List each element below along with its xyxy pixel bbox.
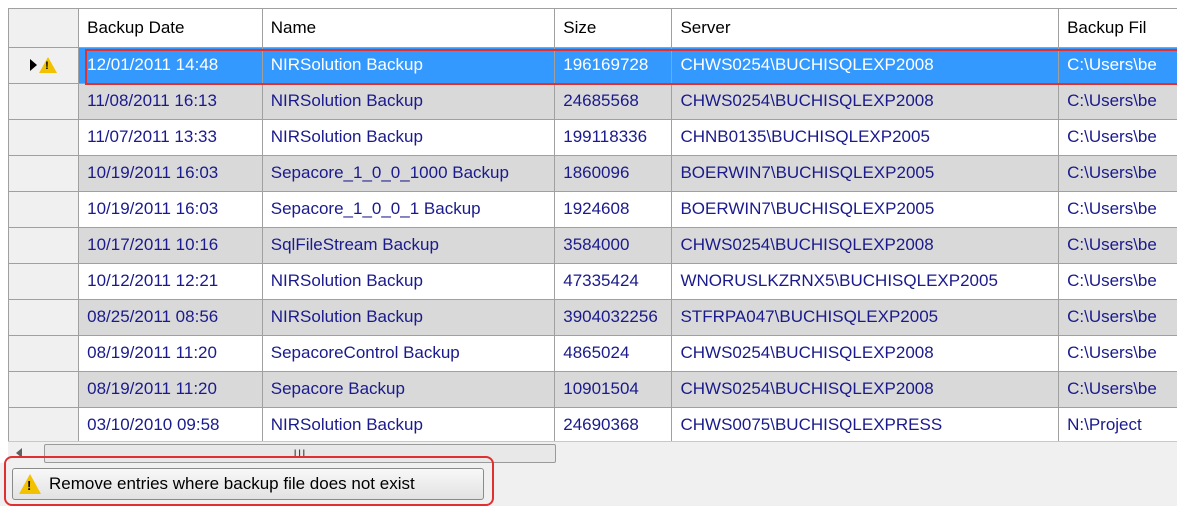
- cell-size[interactable]: 10901504: [554, 371, 673, 408]
- cell-name[interactable]: NIRSolution Backup: [262, 263, 556, 300]
- cell-server[interactable]: CHNB0135\BUCHISQLEXP2005: [671, 119, 1060, 156]
- table-row[interactable]: 11/08/2011 16:13 NIRSolution Backup 246855…: [9, 83, 1177, 120]
- table-row[interactable]: 10/19/2011 16:03 Sepacore_1_0_0_1 Backup 1…: [9, 191, 1177, 228]
- cell-name[interactable]: NIRSolution Backup: [262, 407, 556, 444]
- cell-backup-file[interactable]: C:\Users\be: [1058, 335, 1177, 372]
- cell-server[interactable]: BOERWIN7\BUCHISQLEXP2005: [671, 155, 1060, 192]
- cell-size[interactable]: 196169728: [554, 47, 673, 84]
- table-row[interactable]: 10/12/2011 12:21 NIRSolution Backup 473354…: [9, 263, 1177, 300]
- column-header-server[interactable]: Server: [671, 9, 1060, 48]
- cell-backup-date[interactable]: 10/17/2011 10:16: [78, 227, 263, 264]
- cell-server[interactable]: WNORUSLKZRNX5\BUCHISQLEXP2005: [671, 263, 1060, 300]
- cell-server[interactable]: STFRPA047\BUCHISQLEXP2005: [671, 299, 1060, 336]
- warning-icon: [19, 474, 41, 494]
- column-header-size[interactable]: Size: [554, 9, 673, 48]
- table-row[interactable]: 10/17/2011 10:16 SqlFileStream Backup 3584…: [9, 227, 1177, 264]
- cell-name[interactable]: Sepacore_1_0_0_1 Backup: [262, 191, 556, 228]
- table-row[interactable]: 12/01/2011 14:48NIRSolution Backup196169…: [9, 47, 1177, 84]
- row-header-cell[interactable]: [9, 227, 80, 264]
- table-row[interactable]: 11/07/2011 13:33 NIRSolution Backup 199118…: [9, 119, 1177, 156]
- corner-header-cell[interactable]: [9, 9, 80, 48]
- current-row-arrow-icon: [30, 59, 38, 71]
- cell-name[interactable]: NIRSolution Backup: [262, 83, 556, 120]
- row-warning-icon: [39, 57, 58, 73]
- cell-backup-date[interactable]: 03/10/2010 09:58: [78, 407, 263, 444]
- cell-size[interactable]: 24685568: [554, 83, 673, 120]
- cell-server[interactable]: CHWS0254\BUCHISQLEXP2008: [671, 335, 1060, 372]
- cell-server[interactable]: CHWS0254\BUCHISQLEXP2008: [671, 83, 1060, 120]
- row-header-cell[interactable]: [9, 83, 80, 120]
- cell-backup-date[interactable]: 10/19/2011 16:03: [78, 155, 263, 192]
- cell-name[interactable]: Sepacore Backup: [262, 371, 556, 408]
- cell-backup-date[interactable]: 11/07/2011 13:33: [78, 119, 263, 156]
- cell-size[interactable]: 4865024: [554, 335, 673, 372]
- cell-size[interactable]: 3904032256: [554, 299, 673, 336]
- row-header-cell[interactable]: [9, 299, 80, 336]
- cell-name[interactable]: SepacoreControl Backup: [262, 335, 556, 372]
- cell-size[interactable]: 24690368: [554, 407, 673, 444]
- remove-missing-entries-button[interactable]: Remove entries where backup file does no…: [12, 468, 484, 500]
- cell-backup-file[interactable]: C:\Users\be: [1058, 191, 1177, 228]
- cell-backup-file[interactable]: C:\Users\be: [1058, 263, 1177, 300]
- cell-size[interactable]: 3584000: [554, 227, 673, 264]
- cell-backup-date[interactable]: 10/12/2011 12:21: [78, 263, 263, 300]
- row-header-cell[interactable]: [9, 263, 80, 300]
- table-row[interactable]: 10/19/2011 16:03 Sepacore_1_0_0_1000 Back…: [9, 155, 1177, 192]
- table-row[interactable]: 08/19/2011 11:20 SepacoreControl Backup 48…: [9, 335, 1177, 372]
- header-row: Backup Date Name Size Server Backup Fil: [9, 9, 1177, 48]
- cell-server[interactable]: CHWS0254\BUCHISQLEXP2008: [671, 227, 1060, 264]
- cell-backup-file[interactable]: C:\Users\be: [1058, 83, 1177, 120]
- row-header-cell[interactable]: [9, 335, 80, 372]
- cell-backup-file[interactable]: C:\Users\be: [1058, 371, 1177, 408]
- cell-name[interactable]: NIRSolution Backup: [262, 47, 556, 84]
- cell-backup-file[interactable]: C:\Users\be: [1058, 119, 1177, 156]
- table-row[interactable]: 08/19/2011 11:20 Sepacore Backup 10901504 C…: [9, 371, 1177, 408]
- cell-server[interactable]: CHWS0075\BUCHISQLEXPRESS: [671, 407, 1060, 444]
- remove-missing-entries-label: Remove entries where backup file does no…: [49, 474, 415, 493]
- cell-size[interactable]: 1860096: [554, 155, 673, 192]
- cell-name[interactable]: SqlFileStream Backup: [262, 227, 556, 264]
- cell-backup-date[interactable]: 12/01/2011 14:48: [78, 47, 263, 84]
- cell-name[interactable]: NIRSolution Backup: [262, 119, 556, 156]
- row-header-cell[interactable]: [9, 371, 80, 408]
- row-header-cell[interactable]: [9, 47, 80, 84]
- column-header-backup-file[interactable]: Backup Fil: [1058, 9, 1177, 48]
- cell-backup-file[interactable]: C:\Users\be: [1058, 47, 1177, 84]
- cell-backup-file[interactable]: N:\Project: [1058, 407, 1177, 444]
- backup-table: Backup Date Name Size Server Backup Fil …: [9, 9, 1177, 444]
- column-header-name[interactable]: Name: [262, 9, 556, 48]
- table-row[interactable]: 08/25/2011 08:56 NIRSolution Backup 390403…: [9, 299, 1177, 336]
- cell-backup-date[interactable]: 08/19/2011 11:20: [78, 335, 263, 372]
- cell-backup-date[interactable]: 08/25/2011 08:56: [78, 299, 263, 336]
- cell-backup-date[interactable]: 10/19/2011 16:03: [78, 191, 263, 228]
- cell-name[interactable]: NIRSolution Backup: [262, 299, 556, 336]
- cell-size[interactable]: 47335424: [554, 263, 673, 300]
- row-header-cell[interactable]: [9, 155, 80, 192]
- cell-size[interactable]: 1924608: [554, 191, 673, 228]
- cell-name[interactable]: Sepacore_1_0_0_1000 Backup: [262, 155, 556, 192]
- cell-size[interactable]: 199118336: [554, 119, 673, 156]
- cell-server[interactable]: CHWS0254\BUCHISQLEXP2008: [671, 47, 1060, 84]
- cell-server[interactable]: BOERWIN7\BUCHISQLEXP2005: [671, 191, 1060, 228]
- cell-server[interactable]: CHWS0254\BUCHISQLEXP2008: [671, 371, 1060, 408]
- cell-backup-file[interactable]: C:\Users\be: [1058, 227, 1177, 264]
- table-row[interactable]: 03/10/2010 09:58 NIRSolution Backup 246903…: [9, 407, 1177, 444]
- row-header-cell[interactable]: [9, 191, 80, 228]
- current-row-indicator: [9, 48, 78, 83]
- cell-backup-date[interactable]: 11/08/2011 16:13: [78, 83, 263, 120]
- cell-backup-file[interactable]: C:\Users\be: [1058, 155, 1177, 192]
- backup-grid[interactable]: Backup Date Name Size Server Backup Fil …: [8, 8, 1177, 465]
- row-header-cell[interactable]: [9, 407, 80, 444]
- cell-backup-file[interactable]: C:\Users\be: [1058, 299, 1177, 336]
- cell-backup-date[interactable]: 08/19/2011 11:20: [78, 371, 263, 408]
- row-header-cell[interactable]: [9, 119, 80, 156]
- column-header-backup-date[interactable]: Backup Date: [78, 9, 263, 48]
